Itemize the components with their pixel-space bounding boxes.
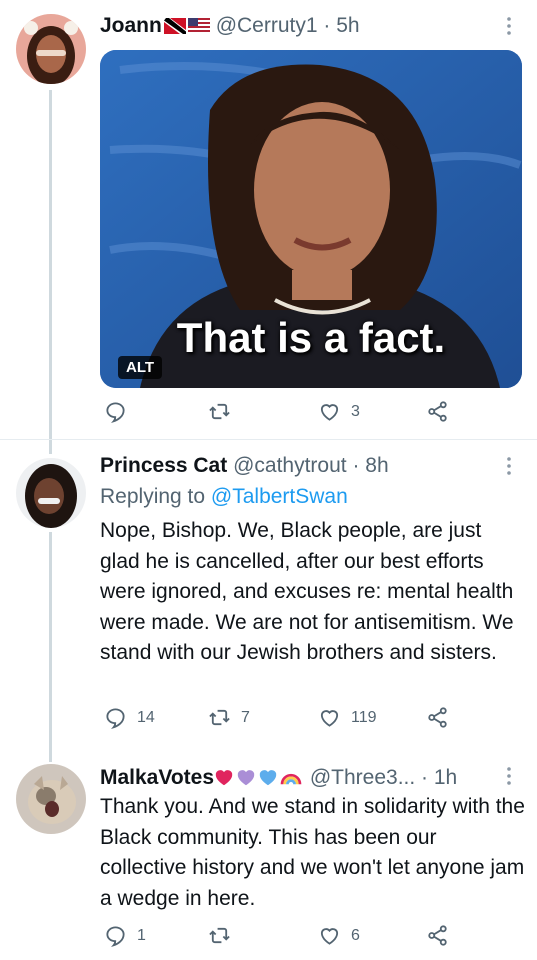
- like-count: 3: [351, 402, 360, 420]
- reply-count: 14: [137, 708, 155, 726]
- separator: ·: [415, 766, 434, 789]
- handle[interactable]: @Three3...: [310, 766, 415, 789]
- tweet-text: Nope, Bishop. We, Black people, are just…: [100, 519, 514, 664]
- retweet-button[interactable]: [208, 400, 241, 423]
- timestamp[interactable]: 5h: [336, 14, 359, 37]
- retweet-button[interactable]: [208, 924, 241, 947]
- more-icon[interactable]: [505, 16, 513, 36]
- reply-icon: [106, 926, 125, 947]
- retweet-button[interactable]: 7: [208, 706, 250, 729]
- like-button[interactable]: 3: [318, 400, 360, 423]
- trinidad-flag-icon: [163, 16, 186, 40]
- replying-to: Replying to @TalbertSwan: [100, 485, 348, 509]
- share-button[interactable]: [426, 706, 449, 729]
- display-name[interactable]: MalkaVotes: [100, 766, 214, 789]
- timestamp[interactable]: 1h: [434, 766, 457, 789]
- avatar[interactable]: [16, 14, 86, 84]
- separator: ·: [317, 14, 337, 37]
- timestamp[interactable]: 8h: [365, 454, 388, 477]
- like-button[interactable]: 6: [318, 924, 360, 947]
- alt-badge[interactable]: ALT: [118, 356, 163, 379]
- separator: ·: [346, 454, 366, 477]
- display-name[interactable]: Princess Cat: [100, 454, 227, 477]
- retweet-count: 7: [241, 708, 250, 726]
- avatar[interactable]: [16, 764, 86, 834]
- tweet-header: Joann @Cerruty1 · 5h: [100, 14, 360, 40]
- display-name[interactable]: Joann: [100, 14, 162, 37]
- more-icon[interactable]: [505, 766, 513, 786]
- gif-caption: That is a fact.: [176, 314, 446, 361]
- action-bar: 3: [100, 400, 470, 430]
- like-count: 119: [351, 708, 377, 726]
- like-icon: [320, 710, 339, 727]
- purple-heart-icon: [236, 768, 256, 792]
- reply-icon: [106, 708, 125, 729]
- reply-count: 1: [137, 926, 146, 944]
- avatar[interactable]: [16, 458, 86, 528]
- share-icon: [428, 401, 447, 422]
- more-icon[interactable]: [505, 456, 513, 476]
- share-icon: [428, 925, 447, 946]
- retweet-icon: [209, 403, 230, 420]
- replying-to-label: Replying to: [100, 485, 211, 508]
- like-count: 6: [351, 926, 360, 944]
- share-icon: [428, 707, 447, 728]
- blue-heart-icon: [258, 768, 278, 792]
- red-heart-icon: [214, 768, 234, 792]
- handle[interactable]: @Cerruty1: [216, 14, 318, 37]
- handle[interactable]: @cathytrout: [233, 454, 347, 477]
- rainbow-icon: [280, 768, 302, 792]
- share-button[interactable]: [426, 400, 449, 423]
- thread-line: [49, 440, 52, 454]
- tweet-3[interactable]: MalkaVotes @Three3... · 1h Thank you. An…: [0, 754, 537, 960]
- thread-line: [49, 532, 52, 754]
- reply-button[interactable]: [104, 400, 137, 423]
- action-bar: 14 7 119: [100, 706, 470, 736]
- tweet-header: Princess Cat @cathytrout · 8h: [100, 454, 389, 478]
- media-gif[interactable]: That is a fact. ALT: [100, 50, 522, 388]
- tweet-1[interactable]: Joann @Cerruty1 · 5h That is a fact. ALT…: [0, 0, 537, 440]
- retweet-icon: [209, 927, 230, 944]
- replying-to-link[interactable]: @TalbertSwan: [211, 485, 348, 508]
- us-flag-icon: [187, 16, 210, 40]
- like-button[interactable]: 119: [318, 706, 377, 729]
- thread-line: [49, 754, 52, 762]
- retweet-icon: [209, 709, 230, 726]
- like-icon: [320, 928, 339, 945]
- action-bar: 1 6: [100, 924, 470, 954]
- reply-icon: [106, 402, 125, 423]
- share-button[interactable]: [426, 924, 449, 947]
- tweet-header: MalkaVotes @Three3... · 1h: [100, 766, 457, 792]
- thread-line: [49, 90, 52, 440]
- reply-button[interactable]: 1: [104, 924, 146, 947]
- tweet-text: Thank you. And we stand in solidarity wi…: [100, 795, 525, 910]
- reply-button[interactable]: 14: [104, 706, 155, 729]
- tweet-2[interactable]: Princess Cat @cathytrout · 8h Replying t…: [0, 440, 537, 754]
- like-icon: [320, 404, 339, 421]
